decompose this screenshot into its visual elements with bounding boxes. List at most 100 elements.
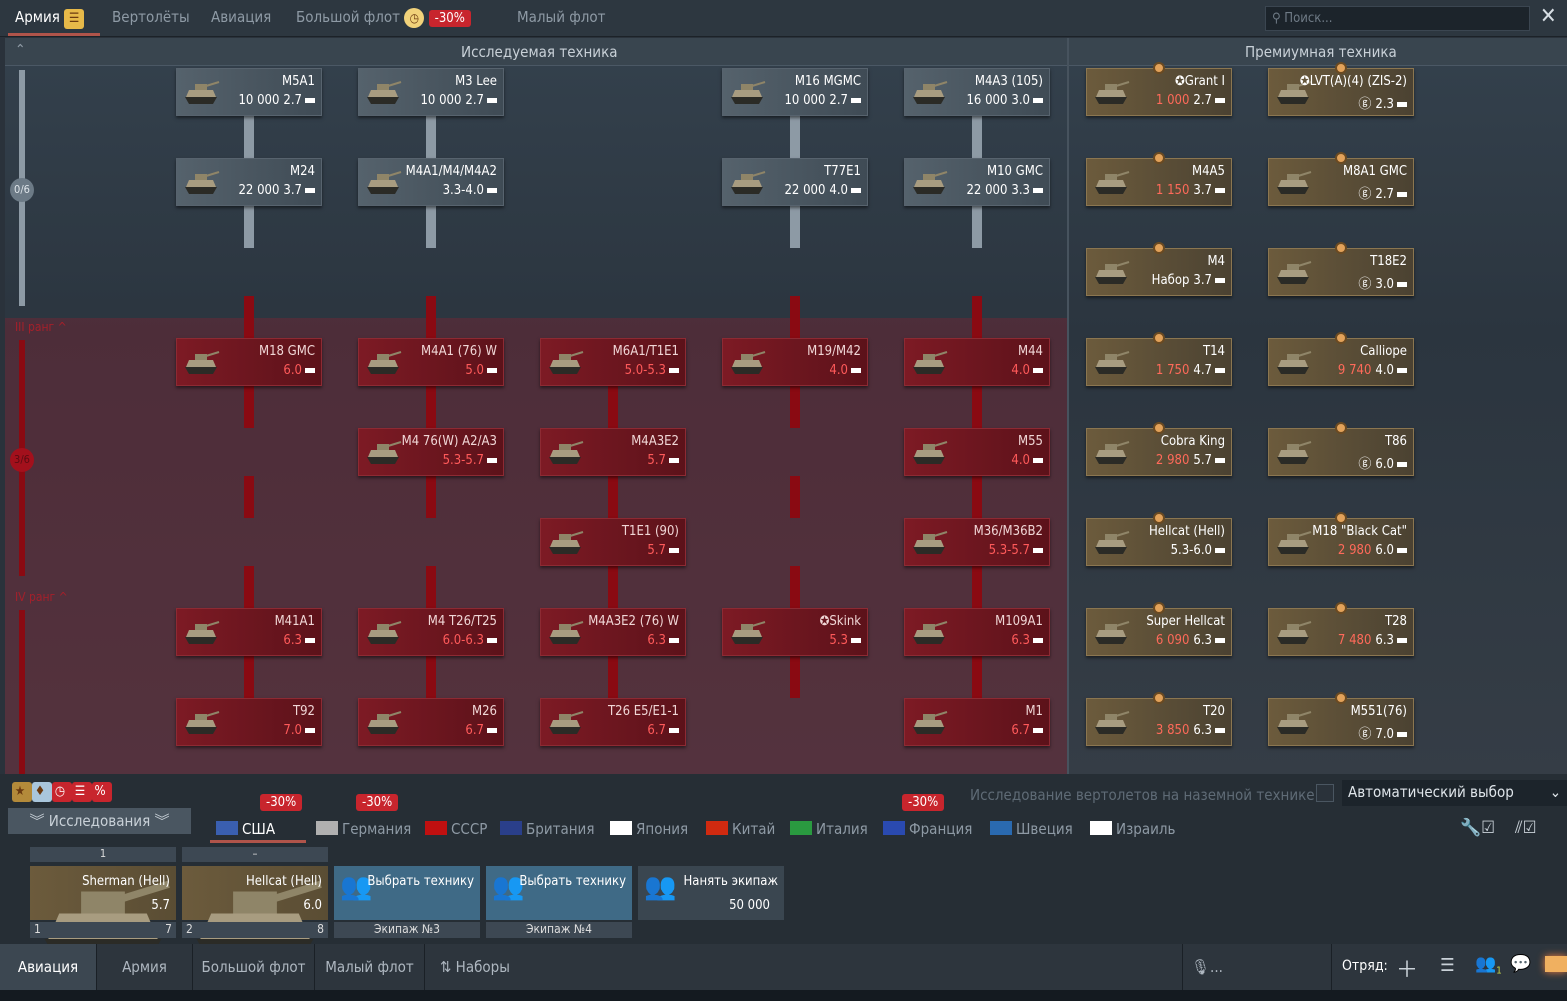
vehicle-card[interactable]: M4A5 1 150 3.7 — [1086, 152, 1232, 206]
auto-select-dropdown[interactable]: Автоматический выбор ⌄ — [1342, 780, 1567, 806]
vehicle-card[interactable]: T14 1 750 4.7 — [1086, 332, 1232, 386]
vehicle-card[interactable]: M4A1/M4/M4A2 3.3-4.0 — [358, 158, 504, 206]
nation-tab[interactable]: Британия — [500, 820, 594, 838]
vehicle-card[interactable]: M4A3 (105) 16 000 3.0 — [904, 68, 1050, 116]
crew-slot[interactable]: 👥 Выбрать технику Экипаж №4 — [486, 866, 632, 938]
collapse-icon[interactable]: ⌃ — [15, 42, 26, 58]
tab-helicopters[interactable]: Вертолёты — [112, 8, 190, 26]
vehicle-type-icon — [305, 638, 315, 643]
tank-icon — [913, 351, 948, 374]
vehicle-card[interactable]: M18 GMC 6.0 — [176, 338, 322, 386]
vehicle-card[interactable]: Cobra King 2 980 5.7 — [1086, 422, 1232, 476]
vehicle-card[interactable]: ✪Skink 5.3 — [722, 608, 868, 656]
search-input[interactable]: ⚲ Поиск... — [1265, 6, 1530, 31]
vehicle-card[interactable]: T18E2 ⓖ 3.0 — [1268, 242, 1414, 296]
vehicle-card[interactable]: T86 ⓖ 6.0 — [1268, 422, 1414, 476]
crew-slot[interactable]: 1 Sherman (Hell) 5.7 1 7 — [30, 847, 176, 965]
vehicle-card[interactable]: ✪Grant I 1 000 2.7 — [1086, 62, 1232, 116]
mail-icon[interactable] — [1545, 956, 1567, 972]
vehicle-card[interactable]: T77E1 22 000 4.0 — [722, 158, 868, 206]
vehicle-type-icon — [487, 98, 497, 103]
vehicle-card[interactable]: T1E1 (90) 5.7 — [540, 518, 686, 566]
wrench-icon[interactable]: 🔧☑ — [1460, 818, 1495, 838]
vehicle-card[interactable]: Super Hellcat 6 090 6.3 — [1086, 602, 1232, 656]
vehicle-card[interactable]: T20 3 850 6.3 — [1086, 692, 1232, 746]
vehicle-card[interactable]: M26 6.7 — [358, 698, 504, 746]
vehicle-name: M18 GMC — [258, 344, 315, 359]
vehicle-card[interactable]: M551(76) ⓖ 7.0 — [1268, 692, 1414, 746]
nav-aviation[interactable]: Авиация — [0, 944, 97, 990]
nav-bluewater-fleet[interactable]: Большой флот — [193, 944, 315, 990]
vehicle-card[interactable]: T92 7.0 — [176, 698, 322, 746]
vehicle-card[interactable]: M44 4.0 — [904, 338, 1050, 386]
premium-medal-icon — [1153, 242, 1165, 254]
vehicle-card[interactable]: T28 7 480 6.3 — [1268, 602, 1414, 656]
nation-tab[interactable]: Израиль — [1090, 820, 1175, 838]
vehicle-card[interactable]: M36/M36B2 5.3-5.7 — [904, 518, 1050, 566]
tank-icon — [1095, 81, 1130, 104]
vehicle-card[interactable]: M55 4.0 — [904, 428, 1050, 476]
nav-army[interactable]: Армия — [97, 944, 193, 990]
vehicle-card[interactable]: M10 GMC 22 000 3.3 — [904, 158, 1050, 206]
vehicle-name: M4A1 (76) W — [421, 344, 497, 359]
nation-tab[interactable]: Швеция — [990, 820, 1073, 838]
vehicle-name: T26 E5/E1-1 — [608, 704, 679, 719]
vehicle-card[interactable]: M16 MGMC 10 000 2.7 — [722, 68, 868, 116]
nation-tab[interactable]: Китай — [706, 820, 775, 838]
nation-tab[interactable]: Япония — [610, 820, 688, 838]
vehicle-card[interactable]: M4 T26/T25 6.0-6.3 — [358, 608, 504, 656]
nation-tab[interactable]: Франция — [883, 820, 972, 838]
friends-icon[interactable]: 👥1 — [1475, 954, 1502, 976]
tab-army[interactable]: Армия ☰ — [15, 8, 85, 29]
vehicle-card[interactable]: M4 76(W) A2/A3 5.3-5.7 — [358, 428, 504, 476]
tank-icon — [549, 531, 584, 554]
vehicle-card[interactable]: M4 Набор 3.7 — [1086, 242, 1232, 296]
vehicle-card[interactable]: M6A1/T1E1 5.0-5.3 — [540, 338, 686, 386]
repair-all-icon[interactable]: ⫽☑ — [1515, 818, 1536, 838]
heli-research-checkbox[interactable] — [1316, 784, 1334, 802]
vehicle-card[interactable]: M109A1 6.3 — [904, 608, 1050, 656]
vehicle-card[interactable]: M4A1 (76) W 5.0 — [358, 338, 504, 386]
battle-rating: 6.0 — [1375, 457, 1394, 472]
list-icon[interactable]: ☰ — [1440, 955, 1455, 976]
vehicle-card[interactable]: M19/M42 4.0 — [722, 338, 868, 386]
crew-slot[interactable]: 👥 Выбрать технику Экипаж №3 — [334, 866, 480, 938]
sort-icon: ⇅ — [440, 958, 456, 976]
tab-aviation[interactable]: Авиация — [211, 8, 271, 26]
tank-icon — [731, 621, 766, 644]
vehicle-card[interactable]: M24 22 000 3.7 — [176, 158, 322, 206]
chat-icon[interactable]: 💬 — [1510, 954, 1531, 974]
nav-bundles[interactable]: ⇅ Наборы — [425, 944, 525, 990]
vehicle-card[interactable]: M18 "Black Cat" 2 980 6.0 — [1268, 512, 1414, 566]
vehicle-card[interactable]: M41A1 6.3 — [176, 608, 322, 656]
vehicle-name: M24 — [290, 164, 315, 179]
vehicle-card[interactable]: M3 Lee 10 000 2.7 — [358, 68, 504, 116]
vehicle-card[interactable]: Calliope 9 740 4.0 — [1268, 332, 1414, 386]
voice-chat[interactable]: 🎙... — [1182, 944, 1332, 990]
tab-coastal-fleet[interactable]: Малый флот — [517, 8, 606, 26]
nav-coastal-fleet[interactable]: Малый флот — [315, 944, 425, 990]
vehicle-card[interactable]: M8A1 GMC ⓖ 2.7 — [1268, 152, 1414, 206]
crew-slot[interactable]: – Hellcat (Hell) 6.0 2 8 — [182, 847, 328, 965]
crew-slot[interactable]: 👥 Нанять экипаж 50 000 — [638, 866, 784, 920]
nation-tab[interactable]: Италия — [790, 820, 868, 838]
add-squad-icon[interactable]: ＋ — [1396, 952, 1418, 984]
vehicle-card[interactable]: M1 6.7 — [904, 698, 1050, 746]
nation-tab[interactable]: Германия — [316, 820, 411, 838]
vehicle-card[interactable]: M4A3E2 (76) W 6.3 — [540, 608, 686, 656]
tab-bluewater-fleet[interactable]: Большой флот ◷ -30% — [296, 8, 471, 28]
vehicle-type-icon — [669, 638, 679, 643]
nation-tab[interactable]: США — [216, 820, 275, 838]
research-button[interactable]: ︾ Исследования ︾ — [8, 808, 191, 834]
vehicle-card[interactable]: Hellcat (Hell) 5.3-6.0 — [1086, 512, 1232, 566]
tank-icon — [1277, 171, 1312, 194]
close-icon[interactable]: ✕ — [1540, 4, 1557, 29]
vehicle-card[interactable]: ✪LVT(A)(4) (ZIS-2) ⓖ 2.3 — [1268, 62, 1414, 116]
rank-label[interactable]: III ранг ^ — [15, 320, 67, 334]
vehicle-card[interactable]: M5A1 10 000 2.7 — [176, 68, 322, 116]
vehicle-card[interactable]: M4A3E2 5.7 — [540, 428, 686, 476]
nation-tab[interactable]: СССР — [425, 820, 487, 838]
rank-label[interactable]: IV ранг ^ — [15, 590, 68, 604]
vehicle-card[interactable]: T26 E5/E1-1 6.7 — [540, 698, 686, 746]
vehicle-cost: 6 090 — [1155, 633, 1190, 648]
